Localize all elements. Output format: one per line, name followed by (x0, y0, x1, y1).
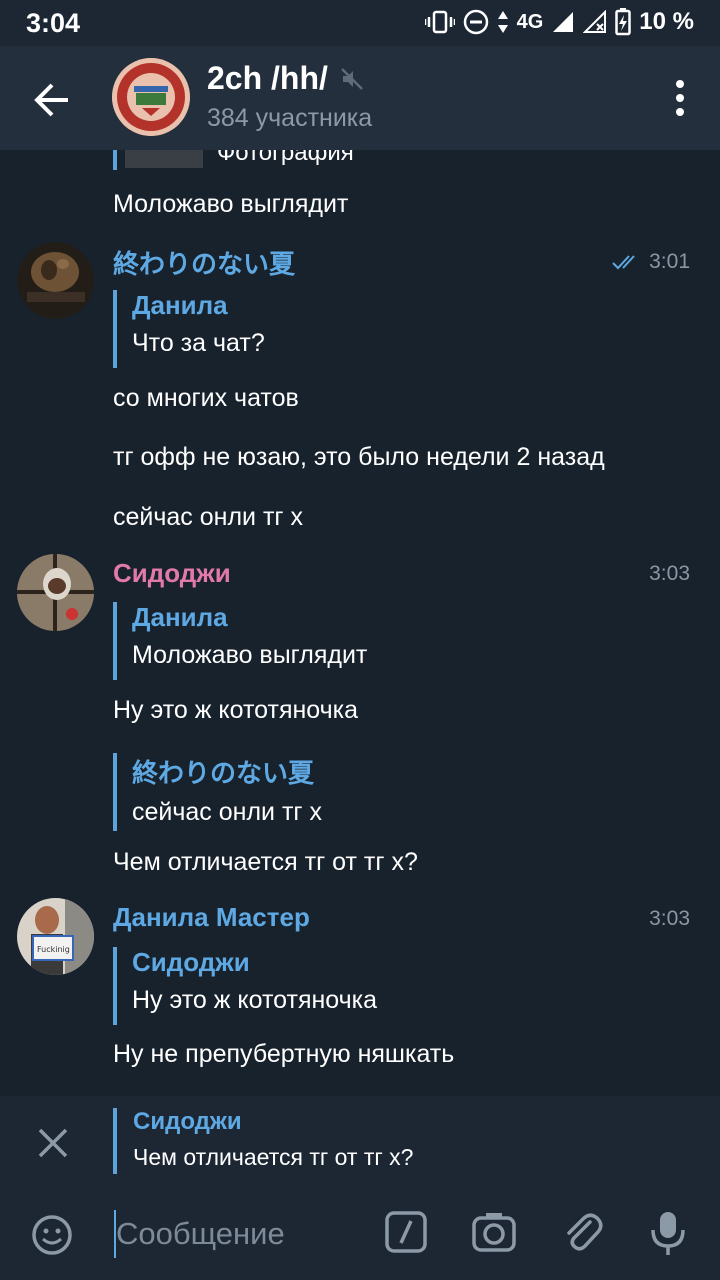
close-reply-button[interactable] (36, 1126, 70, 1160)
battery-percent: 10 % (639, 8, 694, 35)
chat-title[interactable]: 2ch /hh/ (207, 60, 364, 97)
reply-quote[interactable]: Данила Что за чат? (113, 290, 265, 368)
avatar[interactable]: Fuckinig (17, 898, 94, 975)
member-count: 384 участника (207, 104, 373, 132)
reply-name: Данила (132, 602, 228, 632)
reply-name: Данила (132, 290, 228, 320)
time-text: 3:03 (649, 907, 690, 930)
slash-command-icon (385, 1211, 427, 1253)
message-text: Ну это ж кототяночка (113, 696, 359, 724)
bot-commands-button[interactable] (384, 1210, 432, 1258)
reply-name: 終わりのない夏 (132, 758, 315, 788)
message-composer (0, 1192, 720, 1280)
message-text: сейчас онли тг х (113, 503, 303, 531)
avatar[interactable] (17, 554, 94, 631)
sender-name[interactable]: Данила Мастер (113, 902, 310, 933)
reply-preview-name: Сидоджи (133, 1108, 242, 1135)
avatar-sign-text: Fuckinig (37, 945, 70, 954)
battery-icon (615, 8, 632, 36)
sender-name[interactable]: 終わりのない夏 (113, 244, 295, 281)
sender-name[interactable]: Сидоджи (113, 558, 231, 589)
arrow-left-icon (34, 83, 68, 117)
microphone-icon (651, 1212, 685, 1255)
camera-button[interactable] (471, 1210, 519, 1258)
status-bar: 3:04 4G 10 % (0, 0, 720, 46)
paperclip-icon (567, 1213, 603, 1251)
signal-icon (551, 10, 575, 34)
voice-record-button[interactable] (646, 1210, 694, 1258)
chat-title-text: 2ch /hh/ (207, 60, 328, 96)
message-text: Ну не препубертную няшкать (113, 1040, 455, 1068)
message-time: 3:03 (649, 562, 690, 586)
chat-avatar[interactable] (112, 58, 190, 136)
reply-quote[interactable]: Фотография (113, 150, 354, 170)
status-time: 3:04 (26, 8, 81, 38)
message-time: 3:01 (611, 250, 690, 274)
reply-text: Моложаво выглядит (132, 641, 368, 669)
more-vert-icon[interactable] (674, 80, 686, 120)
signal-nosim-icon (583, 10, 607, 34)
reply-preview-bar: Сидоджи Чем отличается тг от тг х? (0, 1096, 720, 1192)
time-text: 3:03 (649, 562, 690, 585)
status-right: 4G 10 % (424, 8, 694, 36)
emoji-icon (32, 1215, 72, 1255)
message-text: Чем отличается тг от тг х? (113, 848, 418, 876)
data-arrows-icon (497, 10, 509, 34)
camera-icon (472, 1213, 516, 1252)
message-input[interactable] (114, 1210, 378, 1258)
reply-text: сейчас онли тг х (132, 798, 322, 826)
reply-quote[interactable]: Данила Моложаво выглядит (113, 602, 367, 680)
close-icon (38, 1128, 68, 1158)
time-text: 3:01 (649, 250, 690, 273)
reply-quote[interactable]: 終わりのない夏 сейчас онли тг х (113, 753, 322, 831)
mute-icon (341, 67, 363, 90)
reply-text: Фотография (217, 150, 354, 166)
avatar[interactable] (17, 242, 94, 319)
message-text: Моложаво выглядит (113, 190, 349, 218)
vibrate-icon (424, 10, 455, 34)
reply-text: Ну это ж кототяночка (132, 986, 378, 1014)
emoji-button[interactable] (30, 1213, 74, 1257)
attach-button[interactable] (560, 1210, 608, 1258)
message-text: со многих чатов (113, 384, 299, 412)
reply-text: Что за чат? (132, 329, 265, 357)
reply-preview-text: Чем отличается тг от тг х? (133, 1144, 414, 1170)
message-text: тг офф не юзаю, это было недели 2 назад (113, 443, 605, 471)
message-time: 3:03 (649, 907, 690, 931)
back-button[interactable] (28, 76, 76, 124)
messages-list[interactable]: Фотография Моложаво выглядит 終わりのない夏 3:0… (0, 150, 720, 1096)
dnd-icon (463, 9, 489, 35)
chat-header: 2ch /hh/ 384 участника (0, 46, 720, 150)
network-type: 4G (516, 10, 544, 33)
reply-preview[interactable]: Сидоджи Чем отличается тг от тг х? (113, 1108, 413, 1174)
reply-name: Сидоджи (132, 947, 250, 977)
double-check-icon (612, 255, 635, 270)
reply-quote[interactable]: Сидоджи Ну это ж кототяночка (113, 947, 377, 1025)
photo-thumbnail (125, 150, 203, 168)
